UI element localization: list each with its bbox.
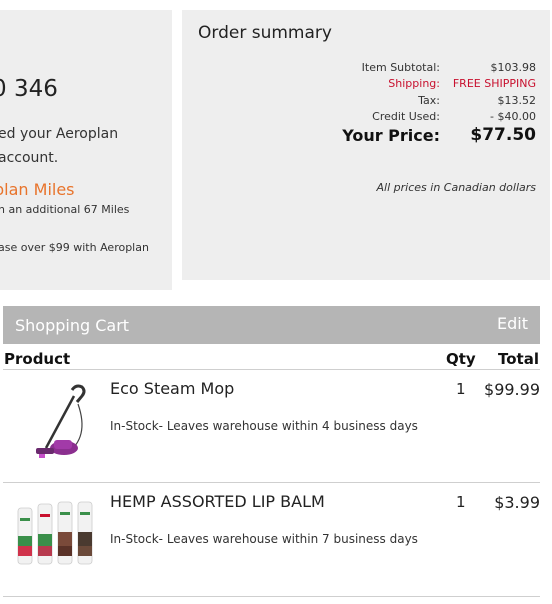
lip-balm-image[interactable] (6, 490, 102, 576)
shipping-label: Shipping: (388, 77, 440, 90)
credit-used-label: Credit Used: (372, 110, 440, 123)
quantity-value: 1 (456, 493, 466, 511)
item-total-price: $99.99 (484, 380, 540, 399)
column-header-product: Product (4, 350, 71, 368)
stock-status: In-Stock- Leaves warehouse within 4 busi… (110, 419, 418, 433)
item-subtotal-label: Item Subtotal: (361, 61, 440, 74)
header-divider (3, 369, 540, 370)
tax-row: Tax: $13.52 (316, 94, 536, 110)
quantity-value: 1 (456, 380, 466, 398)
currency-note: All prices in Canadian dollars (376, 181, 536, 194)
credit-used-value: - $40.00 (490, 110, 536, 123)
shopping-cart-title: Shopping Cart (15, 316, 130, 335)
row-divider (3, 482, 540, 483)
product-name[interactable]: Eco Steam Mop (110, 379, 234, 398)
aeroplan-miles-heading: plan Miles (0, 180, 75, 199)
aeroplan-points: 0 346 (0, 76, 58, 102)
aeroplan-additional-miles: n an additional 67 Miles (0, 203, 130, 216)
aeroplan-panel: 0 346 ed your Aeroplan account. plan Mil… (0, 10, 172, 290)
column-header-total: Total (498, 350, 539, 368)
your-price-row: Your Price: $77.50 (296, 125, 536, 148)
shipping-value: FREE SHIPPING (452, 77, 536, 90)
tax-label: Tax: (418, 94, 440, 107)
steam-mop-image[interactable] (6, 378, 102, 464)
aeroplan-text-line1: ed your Aeroplan (0, 126, 119, 142)
stock-status: In-Stock- Leaves warehouse within 7 busi… (110, 532, 418, 546)
item-subtotal-value: $103.98 (490, 61, 537, 74)
column-header-qty: Qty (446, 350, 476, 368)
product-name[interactable]: HEMP ASSORTED LIP BALM (110, 492, 325, 511)
aeroplan-text-line2: account. (0, 150, 59, 166)
order-summary-title: Order summary (198, 23, 332, 43)
item-subtotal-row: Item Subtotal: $103.98 (316, 61, 536, 77)
your-price-value: $77.50 (470, 125, 536, 145)
shipping-row: Shipping: FREE SHIPPING (316, 77, 536, 93)
your-price-label: Your Price: (342, 126, 440, 145)
credit-used-row: Credit Used: - $40.00 (316, 110, 536, 126)
aeroplan-purchase-note: ase over $99 with Aeroplan (0, 241, 149, 254)
order-summary-panel: Order summary Item Subtotal: $103.98 Shi… (182, 10, 550, 280)
row-divider (3, 596, 540, 597)
edit-cart-link[interactable]: Edit (497, 314, 528, 333)
tax-value: $13.52 (497, 94, 537, 107)
shopping-cart-bar: Shopping Cart Edit (3, 306, 540, 344)
item-total-price: $3.99 (494, 493, 540, 512)
